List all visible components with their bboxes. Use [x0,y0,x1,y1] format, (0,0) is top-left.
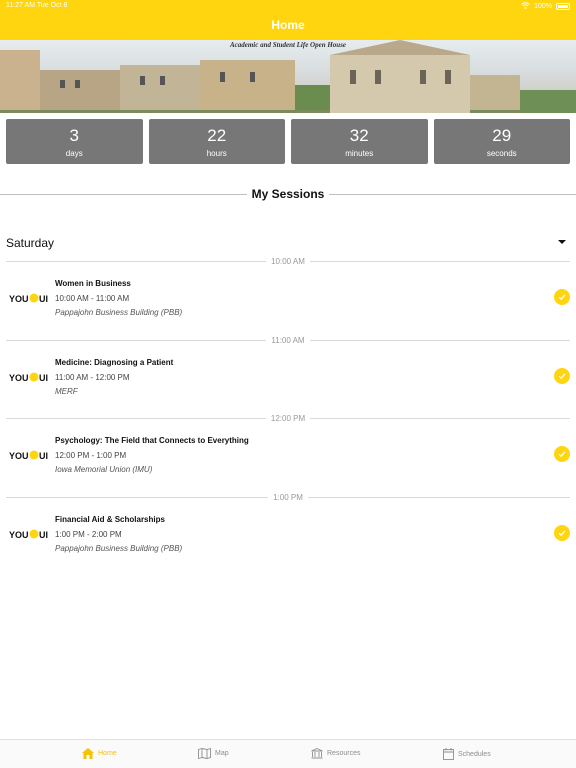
svg-text:YOU: YOU [9,451,29,461]
svg-text:UI: UI [39,294,48,304]
session-title: Medicine: Diagnosing a Patient [55,358,174,367]
you-iowa-logo: YOU UI [9,529,48,540]
svg-text:UI: UI [39,530,48,540]
svg-text:YOU: YOU [9,373,29,383]
tab-schedules[interactable]: Schedules [443,748,491,760]
countdown-minutes: 32 minutes [291,119,428,164]
you-iowa-logo: YOU UI [9,372,48,383]
session-time: 11:00 AM - 12:00 PM [55,373,130,382]
my-sessions-header: My Sessions [0,184,576,204]
tab-map[interactable]: Map [198,748,229,759]
session-item[interactable]: YOU UI Women in Business 10:00 AM - 11:0… [0,279,576,329]
session-item[interactable]: YOU UI Psychology: The Field that Connec… [0,436,576,486]
tab-label: Map [215,750,229,757]
session-location: Iowa Memorial Union (IMU) [55,465,153,474]
app-header: 11:27 AM Tue Oct 8 100% Home [0,0,576,40]
countdown-value: 32 [349,126,369,145]
battery-icon [556,3,570,10]
session-location: Pappajohn Business Building (PBB) [55,544,183,553]
status-bar: 11:27 AM Tue Oct 8 100% [0,0,576,12]
day-label: Saturday [6,236,55,250]
tab-resources[interactable]: Resources [311,748,360,759]
countdown-hours: 22 hours [148,119,285,164]
session-title: Women in Business [55,279,131,288]
countdown-value: 3 [69,126,79,145]
slot-time-label: 12:00 PM [265,414,311,423]
session-location: Pappajohn Business Building (PBB) [55,308,183,317]
checkmark-icon[interactable] [554,289,570,305]
section-title: My Sessions [251,187,325,201]
you-iowa-logo: YOU UI [9,293,48,304]
tab-label: Schedules [458,750,491,758]
wifi-icon [521,2,530,11]
session-time: 10:00 AM - 11:00 AM [55,294,130,303]
chevron-down-icon[interactable] [558,240,566,244]
session-title: Financial Aid & Scholarships [55,515,165,524]
page-title: Home [271,18,305,32]
countdown-value: 29 [492,126,512,145]
countdown-label: minutes [345,149,374,158]
svg-text:UI: UI [39,373,48,383]
session-time: 12:00 PM - 1:00 PM [55,451,127,460]
checkmark-icon[interactable] [554,446,570,462]
countdown-label: days [65,149,83,158]
checkmark-icon[interactable] [554,368,570,384]
session-time: 1:00 PM - 2:00 PM [55,530,122,539]
day-selector[interactable]: Saturday [6,234,570,252]
banner-caption: Academic and Student Life Open House [229,41,347,49]
session-title: Psychology: The Field that Connects to E… [55,436,249,445]
session-item[interactable]: YOU UI Medicine: Diagnosing a Patient 11… [0,358,576,408]
countdown-seconds: 29 seconds [433,119,570,164]
schedules-icon [443,748,454,760]
tab-label: Resources [327,750,361,757]
slot-time-label: 10:00 AM [266,257,310,266]
svg-text:YOU: YOU [9,294,29,304]
svg-text:UI: UI [39,451,48,461]
you-iowa-logo: YOU UI [9,450,48,461]
map-icon [198,748,211,759]
session-item[interactable]: YOU UI Financial Aid & Scholarships 1:00… [0,515,576,565]
tab-label: Home [98,750,117,757]
svg-text:YOU: YOU [9,530,29,540]
countdown-label: hours [206,149,227,158]
slot-time-label: 1:00 PM [268,493,308,502]
resources-icon [311,748,323,759]
status-time: 11:27 AM Tue Oct 8 [6,2,68,9]
checkmark-icon[interactable] [554,525,570,541]
battery-percentage: 100% [534,3,552,10]
slot-time-label: 11:00 AM [266,336,310,345]
campus-banner-image: Academic and Student Life Open House [0,40,576,113]
countdown-timer: 3 days 22 hours 32 minutes 29 seconds [6,119,570,164]
tab-home[interactable]: Home [82,748,117,759]
home-icon [82,748,94,759]
status-right: 100% [521,2,570,11]
countdown-days: 3 days [6,119,143,164]
session-location: MERF [55,387,78,396]
tab-bar: Home Map Resources Schedules [0,739,576,768]
countdown-label: seconds [486,149,517,158]
countdown-value: 22 [207,126,227,145]
